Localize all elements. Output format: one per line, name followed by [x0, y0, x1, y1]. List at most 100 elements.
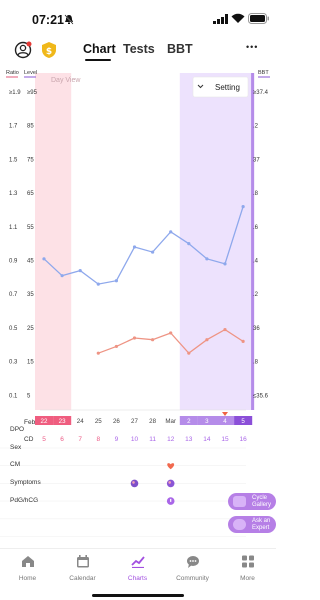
series-2-point[interactable]	[151, 338, 155, 342]
series-2-point[interactable]	[169, 331, 173, 335]
axis-header-bbt: BBT	[258, 70, 269, 76]
series-1-point[interactable]	[169, 230, 173, 234]
series-1-point[interactable]	[151, 250, 155, 254]
tab-tests[interactable]: Tests	[123, 42, 155, 56]
row-label-sex: Sex	[10, 444, 22, 451]
series-2-point[interactable]	[187, 351, 191, 355]
ratio-tick-label: 0.5	[9, 326, 18, 332]
row-label-pdg-hcg: PdG/hCG	[10, 497, 39, 504]
series-2-point[interactable]	[114, 344, 118, 349]
nav-calendar[interactable]: Calendar	[55, 555, 110, 582]
series-1-point[interactable]	[205, 257, 209, 261]
series-1-point[interactable]	[114, 279, 118, 283]
bbt-tick-label: ≥37.4	[253, 90, 269, 96]
nav-community[interactable]: Community	[165, 555, 220, 582]
ratio-tick-label: 1.5	[9, 157, 18, 163]
more-menu-icon[interactable]: •••	[246, 42, 258, 52]
fertile-band	[179, 73, 255, 410]
nav-community-label: Community	[176, 575, 209, 582]
date-label[interactable]: 28	[149, 418, 156, 425]
axis-header-level: Level	[24, 70, 37, 76]
ask-expert-button[interactable]: Ask an Expert	[228, 516, 276, 533]
bbt-tick-label: 37	[253, 157, 260, 163]
date-label[interactable]: 26	[113, 418, 120, 425]
date-label[interactable]: 22	[41, 418, 48, 425]
bbt-tick-label: .8	[253, 360, 259, 366]
date-label[interactable]: 4	[223, 418, 227, 425]
level-tick-label: 35	[27, 292, 34, 298]
series-2-point[interactable]	[96, 351, 100, 355]
series-2-point[interactable]	[132, 336, 137, 340]
community-icon	[186, 556, 199, 568]
tab-bbt[interactable]: BBT	[167, 42, 193, 56]
day-view-label: Day View	[51, 77, 81, 84]
home-icon	[21, 556, 34, 567]
gallery-icon	[233, 496, 246, 507]
bbt-tick-label: .2	[253, 124, 259, 130]
status-bar: 07:21	[0, 0, 276, 36]
bottom-nav: Home Calendar Charts Community More	[0, 548, 276, 600]
series-1-point[interactable]	[187, 242, 191, 246]
row-label-cm: CM	[10, 461, 21, 468]
battery-icon	[248, 13, 269, 24]
bbt-tick-label: .4	[253, 259, 259, 265]
signal-icon	[213, 14, 228, 24]
series-1-point[interactable]	[223, 262, 227, 266]
setting-label: Setting	[215, 83, 240, 92]
date-label[interactable]: 3	[205, 418, 209, 425]
bbt-tick-label: .6	[253, 225, 259, 231]
series-2-point[interactable]	[241, 339, 245, 343]
level-tick-label: ≥95	[27, 90, 38, 96]
premium-badge-icon[interactable]: $	[40, 41, 58, 59]
series-1-point[interactable]	[78, 269, 82, 273]
level-tick-label: 55	[27, 225, 34, 231]
ratio-tick-label: 1.7	[9, 124, 18, 130]
cycle-gallery-button[interactable]: Cycle Gallery	[228, 493, 276, 510]
series-1-point[interactable]	[60, 274, 64, 278]
nav-more-label: More	[240, 575, 255, 582]
ratio-tick-label: 0.9	[9, 259, 18, 265]
grid-icon	[241, 555, 254, 568]
bbt-tick-label: .2	[253, 292, 259, 298]
date-label[interactable]: 24	[77, 418, 84, 425]
tab-chart[interactable]: Chart	[83, 42, 116, 56]
level-tick-label: 75	[27, 157, 34, 163]
series-2-point[interactable]	[205, 338, 209, 342]
level-tick-label: 5	[27, 393, 31, 399]
date-label[interactable]: Mar	[165, 418, 176, 425]
profile-icon[interactable]	[14, 41, 32, 59]
nav-home[interactable]: Home	[0, 555, 55, 582]
nav-home-label: Home	[18, 575, 37, 582]
nav-more[interactable]: More	[220, 555, 275, 582]
axis-header-ratio: Ratio	[6, 70, 19, 76]
cycle-gallery-label-2: Gallery	[252, 501, 272, 508]
bbt-tick-label: ≤35.6	[253, 393, 269, 399]
bbt-tick-label: .8	[253, 191, 259, 197]
ratio-tick-label: 0.1	[9, 393, 18, 399]
level-tick-label: 25	[27, 326, 34, 332]
series-1-point[interactable]	[42, 257, 46, 261]
date-label[interactable]: 27	[131, 418, 138, 425]
date-label[interactable]: 2	[187, 418, 191, 425]
series-2-point[interactable]	[223, 327, 227, 332]
svg-text:$: $	[46, 47, 52, 57]
level-tick-label: 65	[27, 191, 34, 197]
row-label-symptoms: Symptoms	[10, 479, 41, 486]
date-label[interactable]: 23	[59, 418, 66, 425]
ratio-tick-label: ≥1.9	[9, 90, 21, 96]
series-1-point[interactable]	[132, 245, 137, 249]
date-label[interactable]: 5	[241, 418, 245, 425]
calendar-icon	[76, 555, 89, 568]
series-1-point[interactable]	[96, 282, 100, 286]
tab-chart-underline	[85, 59, 111, 61]
level-tick-label: 45	[27, 259, 34, 265]
series-1-point[interactable]	[241, 204, 245, 209]
status-time: 07:21	[32, 13, 64, 27]
nav-calendar-label: Calendar	[69, 575, 96, 582]
date-label[interactable]: 25	[95, 418, 102, 425]
month-label: Feb	[24, 419, 36, 426]
charts-icon	[130, 556, 145, 569]
ratio-tick-label: 1.3	[9, 191, 18, 197]
row-label-dpo: DPO	[10, 426, 25, 433]
nav-charts[interactable]: Charts	[110, 555, 165, 582]
